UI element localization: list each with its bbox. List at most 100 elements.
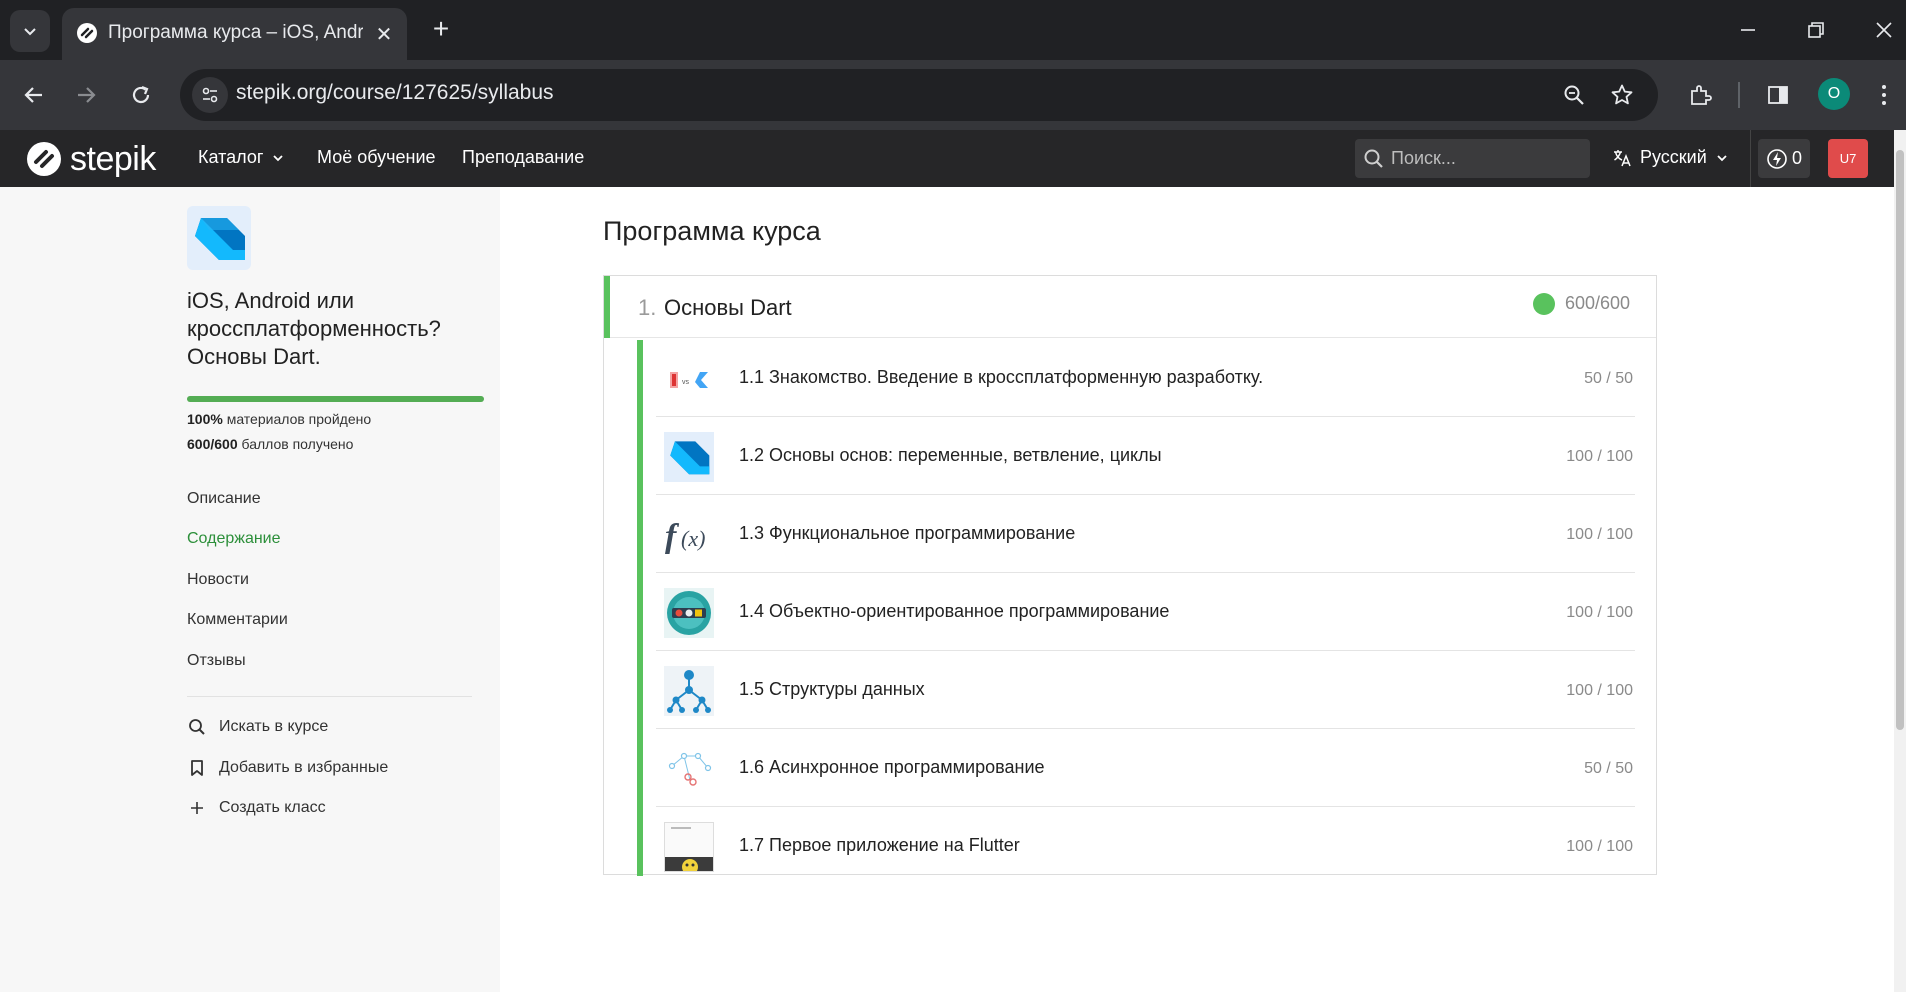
lesson-title: 1.6 Асинхронное программирование [739,757,1045,777]
sidebar-item-reviews[interactable]: Отзывы [187,652,246,670]
nav-catalog-label: Каталог [198,147,264,167]
site-header: stepik Каталог Моё обучение Преподавание… [0,130,1894,187]
restore-button[interactable] [1794,8,1838,52]
window-close-button[interactable] [1862,8,1906,52]
logo-text: stepik [70,139,156,178]
lesson-row[interactable]: 1.7 Первое приложение на Flutter 100 / 1… [656,808,1635,885]
page-scrollbar[interactable] [1894,130,1906,992]
tab-close-icon[interactable]: ✕ [370,20,398,48]
minimize-button[interactable] [1726,8,1770,52]
lesson-row[interactable]: f (x) 1.3 Функциональное программирование… [656,496,1635,573]
browser-tab[interactable]: Программа курса – iOS, Android или кросс… [62,8,407,60]
lesson-thumbnail-ios-vs-flutter: vs [664,354,714,404]
sidebar-item-contents[interactable]: Содержание [187,530,281,548]
create-class-action[interactable]: Создать класс [187,798,326,818]
sidebar-divider [187,696,472,697]
search-icon [1364,149,1383,168]
page-title: Программа курса [603,216,821,246]
module-number: 1. [638,295,657,320]
search-icon [187,717,207,737]
module-score: 600/600 [1565,293,1631,313]
points-stat: 600/600 баллов получено [187,436,353,452]
forward-button[interactable] [66,75,106,115]
reload-button[interactable] [121,75,161,115]
extensions-icon[interactable] [1680,75,1720,115]
stepik-logo-icon [27,142,61,176]
language-selector[interactable]: Русский [1612,147,1729,168]
energy-count: 0 [1791,148,1802,168]
stepik-favicon-icon [77,23,97,43]
module-header[interactable]: 1. Основы Dart 600/600 [604,276,1656,338]
nav-my-learning[interactable]: Моё обучение [317,147,436,168]
url-text[interactable]: stepik.org/course/127625/syllabus [236,81,554,109]
lesson-row[interactable]: 1.2 Основы основ: переменные, ветвление,… [656,418,1635,495]
lesson-thumbnail-function: f (x) [664,510,714,560]
sidebar-item-news[interactable]: Новости [187,571,249,589]
course-title[interactable]: iOS, Android или кроссплатформенность? О… [187,287,487,371]
lesson-score: 50 / 50 [1584,370,1633,387]
nav-teaching[interactable]: Преподавание [462,147,584,168]
zoom-icon[interactable] [1556,77,1592,113]
lesson-title: 1.2 Основы основ: переменные, ветвление,… [739,445,1162,465]
svg-text:(x): (x) [681,526,705,551]
address-bar[interactable]: stepik.org/course/127625/syllabus [180,69,1658,121]
module-complete-bar [604,276,610,338]
sidebar-item-comments[interactable]: Комментарии [187,611,288,629]
sidebar-item-description[interactable]: Описание [187,490,261,508]
materials-stat: 100% материалов пройдено [187,411,371,427]
lesson-title: 1.5 Структуры данных [739,679,925,699]
stepik-logo[interactable]: stepik [26,140,156,178]
toolbar-divider [1738,82,1740,108]
lesson-thumbnail-oop [664,588,714,638]
lesson-row[interactable]: 1.4 Объектно-ориентированное программиро… [656,574,1635,651]
lesson-row[interactable]: 1.5 Структуры данных 100 / 100 [656,652,1635,729]
lesson-title: 1.1 Знакомство. Введение в кроссплатформ… [739,367,1264,387]
lesson-title: 1.3 Функциональное программирование [739,523,1076,543]
browser-toolbar: stepik.org/course/127625/syllabus O [0,60,1906,130]
course-progress-fill [187,396,484,402]
course-sidebar: iOS, Android или кроссплатформенность? О… [0,187,500,992]
add-favorite-action[interactable]: Добавить в избранные [187,758,388,778]
bookmark-icon [187,758,207,778]
browser-menu-icon[interactable] [1872,75,1896,115]
header-divider [1750,130,1751,187]
completed-status-icon [1533,293,1555,315]
svg-text:vs: vs [682,379,690,386]
bookmark-star-icon[interactable] [1604,77,1640,113]
energy-button[interactable]: 0 [1758,139,1810,178]
dart-course-icon[interactable] [187,206,251,270]
points-text: баллов получено [237,436,354,452]
add-favorite-label: Добавить в избранные [219,759,389,776]
course-progress-bar [187,396,484,402]
lesson-title: 1.7 Первое приложение на Flutter [739,835,1020,855]
tab-search-button[interactable] [10,10,50,52]
site-search-input[interactable]: Поиск... [1355,139,1590,178]
create-class-label: Создать класс [219,799,326,816]
search-in-course-action[interactable]: Искать в курсе [187,717,328,737]
translate-icon [1614,149,1631,166]
materials-text: материалов пройдено [222,411,372,427]
lesson-score: 50 / 50 [1584,760,1633,777]
module-title: Основы Dart [664,295,792,320]
user-avatar[interactable]: U7 [1828,139,1868,178]
energy-icon [1767,148,1787,169]
lesson-row[interactable]: vs 1.1 Знакомство. Введение в кроссплатф… [656,340,1635,417]
new-tab-button[interactable]: + [424,12,458,46]
lessons-complete-bar [637,340,643,876]
lesson-thumbnail-dart [664,432,714,482]
lesson-score: 100 / 100 [1566,604,1633,621]
profile-avatar[interactable]: O [1818,78,1850,110]
back-button[interactable] [14,75,54,115]
tab-title: Программа курса – iOS, Android или кросс… [108,22,363,43]
side-panel-icon[interactable] [1758,75,1798,115]
nav-catalog[interactable]: Каталог [198,147,285,168]
lesson-score: 100 / 100 [1566,682,1633,699]
lesson-thumbnail-data-structures [664,666,714,716]
chevron-down-icon [1717,154,1727,161]
lesson-row[interactable]: 1.6 Асинхронное программирование 50 / 50 [656,730,1635,807]
lesson-score: 100 / 100 [1566,838,1633,855]
chevron-down-icon [273,154,284,161]
scrollbar-thumb[interactable] [1896,150,1904,730]
site-info-icon[interactable] [192,77,228,113]
browser-tab-bar: Программа курса – iOS, Android или кросс… [0,0,1906,60]
